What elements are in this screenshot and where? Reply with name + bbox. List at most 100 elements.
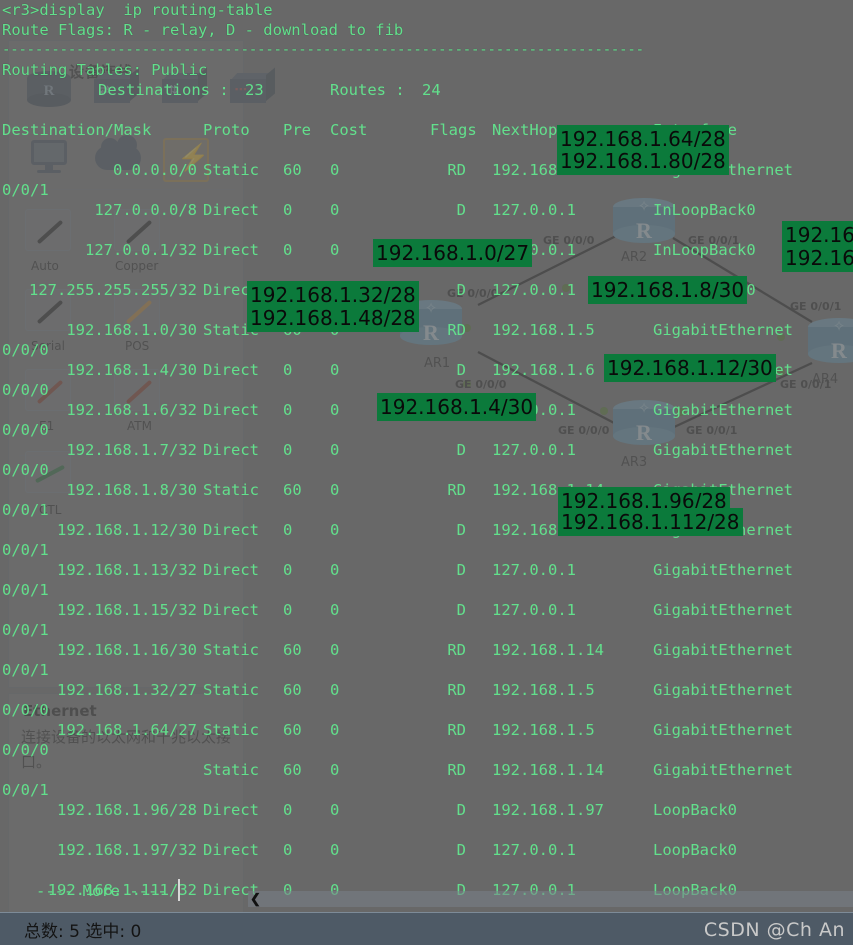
cli-cell-nexthop: 192.168.1.5 [492, 721, 595, 739]
cli-cell-nexthop: 127.0.0.1 [492, 841, 576, 859]
cli-cell-flags: RD [447, 161, 466, 179]
cli-cell-proto: Static [203, 681, 259, 699]
cli-cell-pre: 0 [283, 521, 293, 539]
cli-cell-dest: 127.0.0.1/32 [85, 241, 197, 259]
cli-cell-proto: Static [203, 721, 259, 739]
cli-cell-dest: 192.168.1.7/32 [66, 441, 197, 459]
cli-cell-iface-cont: 0/0/1 [2, 621, 49, 639]
annotation-right-2: 192.168.1 [782, 244, 853, 272]
cli-cell-dest: 192.168.1.13/32 [57, 561, 197, 579]
cli-cell-flags: D [456, 601, 466, 619]
cli-prompt-line: <r3>display ip routing-table [2, 1, 273, 19]
cli-cell-nexthop: 127.0.0.1 [492, 561, 576, 579]
horizontal-scrollbar[interactable] [248, 891, 853, 907]
cli-cell-iface-cont: 0/0/1 [2, 501, 49, 519]
cli-cell-pre: 60 [283, 641, 302, 659]
cli-cell-dest: 192.168.1.16/30 [57, 641, 197, 659]
cli-cell-nexthop: 192.168.1.14 [492, 761, 604, 779]
cli-cell-proto: Static [203, 641, 259, 659]
cli-cell-iface: LoopBack0 [653, 841, 737, 859]
cli-cell-nexthop: 192.168.1.97 [492, 801, 604, 819]
cli-cell-pre: 0 [283, 601, 293, 619]
cli-cell-iface-cont: 0/0/0 [2, 461, 49, 479]
cli-cell-proto: Direct [203, 521, 259, 539]
cli-cell-flags: D [456, 841, 466, 859]
cli-cell-iface-cont: 0/0/1 [2, 661, 49, 679]
cli-header-nexthop: NextHop [492, 121, 558, 139]
cli-cell-iface-cont: 0/0/0 [2, 341, 49, 359]
cli-cell-cost: 0 [330, 161, 340, 179]
cli-destinations-value: 23 [245, 81, 264, 99]
cli-cell-proto: Direct [203, 361, 259, 379]
cli-cell-proto: Static [203, 761, 259, 779]
cli-cell-flags: D [456, 201, 466, 219]
annotation-192-168-1-4-30: 192.168.1.4/30 [377, 393, 537, 421]
cli-cell-cost: 0 [330, 601, 340, 619]
cli-cell-iface: GigabitEthernet [653, 641, 793, 659]
cli-cell-proto: Direct [203, 801, 259, 819]
cli-cell-dest: 127.255.255.255/32 [29, 281, 197, 299]
cli-header-dest: Destination/Mask [2, 121, 152, 139]
cli-cell-dest: 192.168.1.4/30 [66, 361, 197, 379]
cli-cell-cost: 0 [330, 681, 340, 699]
cli-cell-flags: RD [447, 481, 466, 499]
cli-cell-nexthop: 127.0.0.1 [492, 441, 576, 459]
annotation-192-168-1-112-28: 192.168.1.112/28 [558, 508, 743, 536]
annotation-192-168-1-80-28: 192.168.1.80/28 [557, 147, 729, 175]
cli-cell-nexthop: 127.0.0.1 [492, 281, 576, 299]
cli-cell-iface-cont: 0/0/1 [2, 781, 49, 799]
cli-cell-flags: D [456, 281, 466, 299]
cli-cell-pre: 60 [283, 761, 302, 779]
cli-cell-dest: 127.0.0.0/8 [94, 201, 197, 219]
cli-cell-flags: RD [447, 681, 466, 699]
cli-cell-cost: 0 [330, 841, 340, 859]
cli-cell-flags: D [456, 441, 466, 459]
cli-cell-flags: D [456, 521, 466, 539]
cli-cell-flags: D [456, 801, 466, 819]
cli-cell-iface: LoopBack0 [653, 801, 737, 819]
cli-cell-nexthop: 192.168.1.14 [492, 641, 604, 659]
cli-cell-pre: 60 [283, 481, 302, 499]
cli-cell-pre: 0 [283, 401, 293, 419]
cli-cell-pre: 60 [283, 721, 302, 739]
cli-routes-value: 24 [422, 81, 441, 99]
cli-cell-iface-cont: 0/0/1 [2, 541, 49, 559]
cli-cell-dest: 192.168.1.97/32 [57, 841, 197, 859]
cli-cell-proto: Direct [203, 441, 259, 459]
cli-cell-iface: GigabitEthernet [653, 681, 793, 699]
cli-divider: ----------------------------------------… [2, 42, 644, 58]
cli-cell-iface: GigabitEthernet [653, 441, 793, 459]
cli-cell-cost: 0 [330, 721, 340, 739]
cli-cell-iface: GigabitEthernet [653, 601, 793, 619]
cli-cell-dest: 192.168.1.15/32 [57, 601, 197, 619]
cli-cell-dest: 192.168.1.0/30 [66, 321, 197, 339]
cli-cell-proto: Direct [203, 561, 259, 579]
cli-cell-cost: 0 [330, 401, 340, 419]
cli-cell-iface: GigabitEthernet [653, 721, 793, 739]
cli-cell-dest: 192.168.1.6/32 [66, 401, 197, 419]
cli-cell-dest: 192.168.1.32/27 [57, 681, 197, 699]
cli-cell-dest: 192.168.1.12/30 [57, 521, 197, 539]
scroll-left-arrow[interactable]: ❮ [250, 891, 261, 907]
cli-cell-flags: D [456, 561, 466, 579]
cli-cell-pre: 0 [283, 361, 293, 379]
cli-cell-pre: 0 [283, 201, 293, 219]
cli-cell-pre: 60 [283, 681, 302, 699]
cli-cell-dest: 0.0.0.0/0 [113, 161, 197, 179]
cli-cell-iface: InLoopBack0 [653, 241, 756, 259]
cli-header-proto: Proto [203, 121, 250, 139]
cli-caret [178, 879, 180, 901]
cli-cell-iface-cont: 0/0/1 [2, 181, 49, 199]
cli-cell-nexthop: 192.168.1.6 [492, 361, 595, 379]
cli-cell-proto: Direct [203, 401, 259, 419]
cli-cell-iface-cont: 0/0/0 [2, 381, 49, 399]
more-prompt: ---- More ---- [36, 882, 167, 900]
cli-cell-pre: 0 [283, 241, 293, 259]
cli-cell-pre: 0 [283, 801, 293, 819]
cli-cell-proto: Direct [203, 841, 259, 859]
cli-cell-pre: 0 [283, 441, 293, 459]
cli-cell-cost: 0 [330, 761, 340, 779]
cli-cell-flags: RD [447, 321, 466, 339]
cli-cell-cost: 0 [330, 481, 340, 499]
cli-cell-pre: 60 [283, 161, 302, 179]
